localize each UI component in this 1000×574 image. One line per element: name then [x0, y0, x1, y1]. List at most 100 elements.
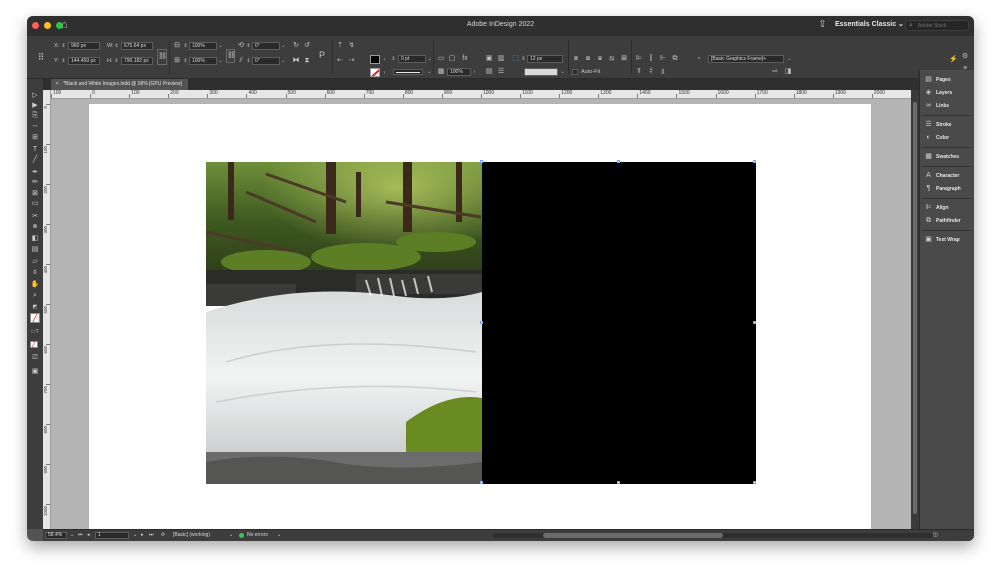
frame-size-field[interactable]: 12 px	[527, 55, 563, 63]
rectangle-tool-icon[interactable]: ▭	[30, 199, 40, 208]
gap-tool-icon[interactable]: ↔	[30, 121, 40, 130]
stroke-weight-dropdown-icon[interactable]: ⌄	[427, 55, 432, 63]
auto-fit-checkbox[interactable]	[572, 69, 578, 75]
vertical-scrollbar-thumb[interactable]	[913, 102, 917, 514]
scale-x-stepper-icon[interactable]: ⇕	[183, 42, 188, 50]
resize-handle[interactable]	[480, 481, 483, 484]
shear-stepper-icon[interactable]: ⇕	[246, 57, 251, 65]
fit-content-to-frame-icon[interactable]: ⧅	[608, 55, 616, 63]
resize-handle[interactable]	[753, 160, 756, 163]
stock-search-input[interactable]: ⌕ Adobe Stock	[905, 20, 969, 31]
stroke-swatch[interactable]	[370, 68, 380, 77]
align-options-icon[interactable]: ⧉	[671, 55, 679, 63]
flip-vertical-icon[interactable]: ⧗	[303, 57, 311, 65]
hand-tool-icon[interactable]: ✋	[30, 280, 40, 289]
first-page-icon[interactable]: ⏮	[78, 531, 83, 540]
frame-size-stepper-icon[interactable]: ⇕	[521, 55, 526, 63]
apply-none-icon[interactable]: ╱	[30, 341, 38, 348]
rotate-field[interactable]: 0°	[252, 42, 280, 50]
w-field[interactable]: 675.64 px	[121, 42, 153, 50]
lightning-icon[interactable]: ⚡	[949, 56, 958, 64]
corner-options-icon[interactable]: ⬚	[511, 55, 520, 63]
zoom-field[interactable]: 58.4%	[45, 532, 67, 539]
stroke-type-dropdown[interactable]	[393, 69, 423, 75]
select-content-icon[interactable]: ↯	[347, 42, 356, 50]
eyedropper-tool-icon[interactable]: ⌽	[30, 268, 40, 277]
y-field[interactable]: 144.459 px	[68, 57, 100, 65]
distribute-middle-icon[interactable]: ⫩	[647, 68, 655, 76]
control-panel-settings-icon[interactable]: ⚙	[961, 53, 969, 61]
scale-x-dropdown-icon[interactable]: ⌄	[218, 42, 223, 50]
object-style-arrow-icon[interactable]: ⌄	[787, 55, 792, 63]
fit-content-proportionally-icon[interactable]: ⧈	[572, 55, 580, 63]
scale-y-icon[interactable]: ⊞	[173, 57, 181, 65]
distribute-top-icon[interactable]: ⫪	[635, 68, 643, 76]
default-colors-icon[interactable]: ◩	[30, 303, 40, 312]
selection-tool-icon[interactable]: ▷	[30, 91, 40, 100]
fill-stroke-icon[interactable]: ╱	[30, 313, 40, 323]
next-page-icon[interactable]: ▸	[141, 531, 144, 540]
frame-fitting-icon[interactable]: ▭	[437, 55, 445, 63]
wrap-jump-icon[interactable]: ☰	[497, 68, 505, 76]
rotate-ccw-icon[interactable]: ↺	[303, 42, 311, 50]
content-collector-icon[interactable]: ⊞	[30, 133, 40, 142]
type-tool-icon[interactable]: T	[30, 145, 40, 154]
y-stepper-icon[interactable]: ⇕	[61, 57, 66, 65]
drop-shadow-icon[interactable]: ▣	[485, 55, 493, 63]
opacity-field[interactable]: 100%	[447, 68, 471, 76]
preview-mode-icon[interactable]: ▣	[30, 367, 40, 376]
stroke-swatch-arrow-icon[interactable]: ›	[382, 69, 387, 77]
shear-icon[interactable]: ⫽	[237, 57, 245, 65]
page-tool-icon[interactable]: ⎘	[30, 111, 40, 120]
horizontal-scrollbar[interactable]	[493, 533, 933, 538]
zoom-tool-icon[interactable]: ⌕	[30, 291, 40, 300]
opacity-arrow-icon[interactable]: ›	[472, 68, 477, 76]
effects-icon[interactable]: fx	[459, 55, 471, 63]
rectangle-frame-tool-icon[interactable]: ⊠	[30, 189, 40, 198]
preflight-profile[interactable]: [Basic] (working)	[173, 531, 210, 540]
stroke-weight-stepper-icon[interactable]: ⇕	[391, 55, 396, 63]
vertical-scrollbar[interactable]	[911, 90, 919, 540]
scale-y-field[interactable]: 100%	[189, 57, 217, 65]
preflight-dropdown-icon[interactable]: ⌄	[229, 531, 233, 540]
constrain-proportions-icon[interactable]: ⛓	[157, 49, 167, 65]
horizontal-ruler[interactable]: 100 0 100 200 300 400 500 600 700 800 900 1000 1100 1…	[51, 90, 911, 99]
fit-frame-to-content-icon[interactable]: ⧆	[596, 55, 604, 63]
zoom-dropdown-icon[interactable]: ⌄	[70, 531, 74, 540]
scale-x-icon[interactable]: ⊟	[173, 42, 181, 50]
direct-selection-tool-icon[interactable]: ▶	[30, 101, 40, 110]
select-container-icon[interactable]: ⇡	[336, 42, 344, 50]
resize-handle[interactable]	[617, 481, 620, 484]
scale-y-dropdown-icon[interactable]: ⌄	[218, 57, 223, 65]
text-wrap-toggle-icon[interactable]: ▥	[497, 55, 505, 63]
corner-shape-swatch[interactable]	[524, 68, 558, 76]
stroke-weight-field[interactable]: 0 pt	[398, 55, 426, 63]
distribute-bottom-icon[interactable]: ⫫	[659, 68, 667, 76]
errors-dropdown-icon[interactable]: ⌄	[277, 531, 281, 540]
document-tab[interactable]: ✕ *Black and White Images.indd @ 58% [GPU…	[51, 79, 188, 90]
wrap-around-icon[interactable]: ▤	[485, 68, 493, 76]
clear-overrides-icon[interactable]: ⇨	[769, 68, 781, 76]
pen-tool-icon[interactable]: ✒	[30, 168, 40, 177]
resize-handle[interactable]	[480, 321, 483, 324]
resize-handle[interactable]	[617, 160, 620, 163]
new-style-icon[interactable]: ◨	[784, 68, 792, 76]
rotate-dropdown-icon[interactable]: ⌄	[281, 42, 286, 50]
horizontal-scrollbar-thumb[interactable]	[543, 533, 723, 538]
x-field[interactable]: 960 px	[68, 42, 100, 50]
center-content-icon[interactable]: ⊠	[620, 55, 628, 63]
line-tool-icon[interactable]: ╱	[30, 155, 40, 164]
resize-handle[interactable]	[753, 321, 756, 324]
rotate-icon[interactable]: ⟲	[237, 42, 245, 50]
constrain-scale-icon[interactable]: ⛓	[226, 49, 236, 63]
expand-icon[interactable]: ◫	[933, 531, 938, 540]
flip-horizontal-icon[interactable]: ⧓	[292, 57, 300, 65]
x-stepper-icon[interactable]: ⇕	[61, 42, 66, 50]
pencil-tool-icon[interactable]: ✏	[30, 178, 40, 187]
align-center-icon[interactable]: ⫿	[647, 55, 655, 63]
fill-swatch[interactable]	[370, 55, 380, 64]
screen-mode-icon[interactable]: ⎚	[30, 353, 40, 362]
share-icon[interactable]: ⇪	[817, 19, 828, 31]
resize-handle[interactable]	[480, 160, 483, 163]
page-dropdown-icon[interactable]: ⌄	[133, 531, 137, 540]
